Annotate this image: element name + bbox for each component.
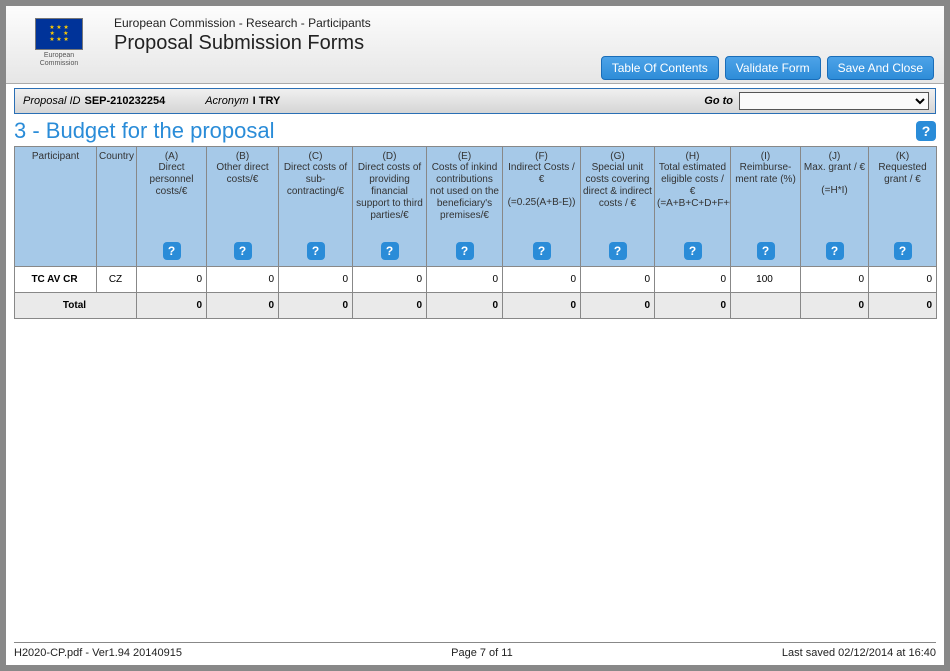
help-icon-B[interactable]: ? <box>234 242 252 260</box>
budget-table: Participant Country (A)Direct personnel … <box>14 146 937 319</box>
total-E: 0 <box>427 293 503 319</box>
cell-I: 100 <box>731 267 801 293</box>
col-K: (K)Requested grant / €? <box>869 147 937 267</box>
cell-J: 0 <box>801 267 869 293</box>
header-title: Proposal Submission Forms <box>114 32 371 55</box>
help-icon-H[interactable]: ? <box>684 242 702 260</box>
goto-label: Go to <box>704 95 733 107</box>
goto-select[interactable] <box>739 92 929 110</box>
total-J: 0 <box>801 293 869 319</box>
total-G: 0 <box>581 293 655 319</box>
total-H: 0 <box>655 293 731 319</box>
footer: H2020-CP.pdf - Ver1.94 20140915 Page 7 o… <box>14 642 936 659</box>
cell-participant: TC AV CR <box>15 267 97 293</box>
help-icon-E[interactable]: ? <box>456 242 474 260</box>
header-bar: ★ ★ ★★ ★★ ★ ★ EuropeanCommission Europea… <box>6 6 944 84</box>
help-icon-K[interactable]: ? <box>894 242 912 260</box>
col-G: (G)Special unit costs covering direct & … <box>581 147 655 267</box>
toc-button[interactable]: Table Of Contents <box>601 56 719 80</box>
section-help-icon[interactable]: ? <box>916 121 936 141</box>
total-row: Total 0 0 0 0 0 0 0 0 0 0 <box>15 293 937 319</box>
total-B: 0 <box>207 293 279 319</box>
cell-country: CZ <box>97 267 137 293</box>
cell-E[interactable]: 0 <box>427 267 503 293</box>
total-K: 0 <box>869 293 937 319</box>
total-D: 0 <box>353 293 427 319</box>
col-J: (J)Max. grant / €(=H*I)? <box>801 147 869 267</box>
col-country: Country <box>97 147 137 267</box>
header-subtitle: European Commission - Research - Partici… <box>114 16 371 30</box>
cell-G[interactable]: 0 <box>581 267 655 293</box>
col-participant: Participant <box>15 147 97 267</box>
section-title: 3 - Budget for the proposal <box>14 118 275 144</box>
total-I-blank <box>731 293 801 319</box>
col-F: (F)Indirect Costs / €(=0.25(A+B-E))? <box>503 147 581 267</box>
col-B: (B)Other direct costs/€? <box>207 147 279 267</box>
footer-left: H2020-CP.pdf - Ver1.94 20140915 <box>14 647 182 659</box>
info-bar: Proposal ID SEP-210232254 Acronym I TRY … <box>14 88 936 114</box>
help-icon-J[interactable]: ? <box>826 242 844 260</box>
proposal-id-label: Proposal ID <box>23 95 80 107</box>
cell-D[interactable]: 0 <box>353 267 427 293</box>
total-A: 0 <box>137 293 207 319</box>
total-C: 0 <box>279 293 353 319</box>
ec-logo: ★ ★ ★★ ★★ ★ ★ EuropeanCommission <box>14 12 104 68</box>
footer-right: Last saved 02/12/2014 at 16:40 <box>782 647 936 659</box>
eu-flag-icon: ★ ★ ★★ ★★ ★ ★ <box>35 18 83 50</box>
cell-H: 0 <box>655 267 731 293</box>
proposal-id-value: SEP-210232254 <box>84 95 165 107</box>
help-icon-F[interactable]: ? <box>533 242 551 260</box>
validate-button[interactable]: Validate Form <box>725 56 821 80</box>
help-icon-G[interactable]: ? <box>609 242 627 260</box>
cell-B[interactable]: 0 <box>207 267 279 293</box>
acronym-value: I TRY <box>253 95 281 107</box>
cell-A[interactable]: 0 <box>137 267 207 293</box>
col-H: (H)Total estimated eligible costs / €(=A… <box>655 147 731 267</box>
cell-F: 0 <box>503 267 581 293</box>
help-icon-D[interactable]: ? <box>381 242 399 260</box>
save-close-button[interactable]: Save And Close <box>827 56 934 80</box>
col-I: (I)Reimburse-ment rate (%)? <box>731 147 801 267</box>
col-E: (E)Costs of inkind contributions not use… <box>427 147 503 267</box>
col-C: (C)Direct costs of sub-contracting/€? <box>279 147 353 267</box>
cell-C[interactable]: 0 <box>279 267 353 293</box>
acronym-label: Acronym <box>205 95 248 107</box>
help-icon-I[interactable]: ? <box>757 242 775 260</box>
help-icon-C[interactable]: ? <box>307 242 325 260</box>
total-label: Total <box>15 293 137 319</box>
col-A: (A)Direct personnel costs/€? <box>137 147 207 267</box>
total-F: 0 <box>503 293 581 319</box>
footer-center: Page 7 of 11 <box>451 647 513 659</box>
table-row: TC AV CR CZ 0 0 0 0 0 0 0 0 100 0 0 <box>15 267 937 293</box>
col-D: (D)Direct costs of providing financial s… <box>353 147 427 267</box>
cell-K[interactable]: 0 <box>869 267 937 293</box>
help-icon-A[interactable]: ? <box>163 242 181 260</box>
